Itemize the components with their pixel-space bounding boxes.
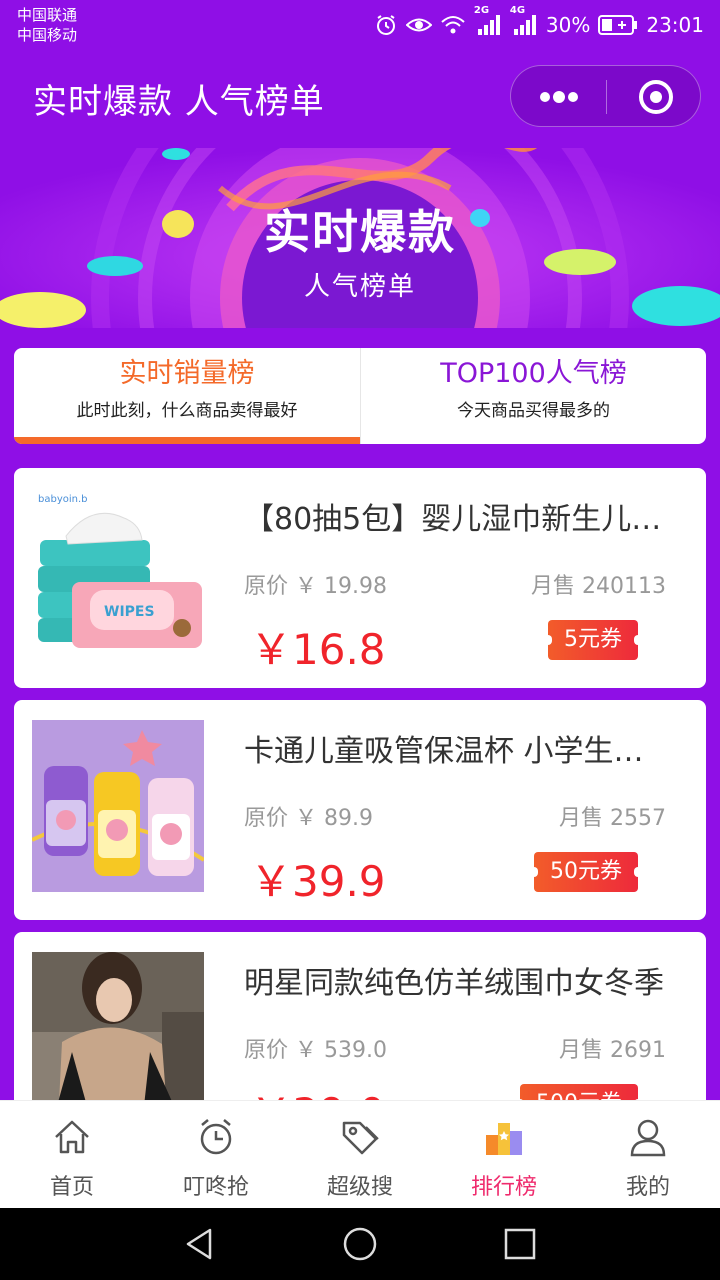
status-icons: 2G 4G 30% 23:01 <box>374 5 704 40</box>
recent-apps-icon[interactable] <box>502 1226 538 1262</box>
coupon-badge[interactable]: 500元券 <box>516 1084 642 1100</box>
current-price: ￥39.9 <box>250 857 386 906</box>
more-icon[interactable] <box>539 88 579 106</box>
alarm-clock-icon <box>200 1119 232 1155</box>
product-card[interactable]: babyoin.b WIPES 【80抽5包】婴儿湿巾新生儿手口专用 原价 ￥ … <box>14 468 706 688</box>
network-type-1: 2G <box>473 5 490 16</box>
product-title[interactable]: 【80抽5包】婴儿湿巾新生儿手口专用 <box>244 494 664 538</box>
carrier-info: 中国联通 中国移动 <box>17 5 77 45</box>
user-icon <box>630 1119 666 1157</box>
tab-title: 实时销量榜 <box>119 358 255 389</box>
tab-label: 排行榜 <box>470 1175 537 1200</box>
eye-icon <box>405 18 432 32</box>
original-price: 原价 ￥ 539.0 <box>244 1038 387 1063</box>
close-target-icon[interactable] <box>638 79 674 115</box>
title-bar: 实时爆款 人气榜单 <box>0 50 720 146</box>
clock: 23:01 <box>646 13 704 37</box>
product-image: babyoin.b WIPES <box>32 488 204 660</box>
battery-icon <box>598 15 638 35</box>
signal-icon-2 <box>513 15 536 35</box>
svg-text:WIPES: WIPES <box>104 604 155 620</box>
original-price: 原价 ￥ 19.98 <box>244 574 387 599</box>
svg-text:babyoin.b: babyoin.b <box>38 494 88 505</box>
product-image <box>32 952 204 1100</box>
hero-banner: 实时爆款 人气榜单 <box>0 148 720 328</box>
carrier-2: 中国移动 <box>17 26 78 44</box>
active-tab-indicator <box>14 437 360 444</box>
scarf-image <box>32 952 204 1100</box>
back-icon[interactable] <box>182 1226 218 1262</box>
tab-profile[interactable]: 我的 <box>576 1101 720 1209</box>
tab-label: 超级搜 <box>326 1175 393 1200</box>
product-card[interactable]: 明星同款纯色仿羊绒围巾女冬季 原价 ￥ 539.0 月售 2691 ￥39.0 … <box>14 932 706 1100</box>
tab-realtime-sales[interactable]: 实时销量榜 此时此刻，什么商品卖得最好 <box>14 348 360 444</box>
network-type-2: 4G <box>509 5 526 16</box>
tab-desc: 此时此刻，什么商品卖得最好 <box>76 401 298 421</box>
current-price: ￥39.0 <box>250 1080 386 1100</box>
ranking-tabs: 实时销量榜 此时此刻，什么商品卖得最好 TOP100人气榜 今天商品买得最多的 <box>14 348 706 444</box>
banner-title: 实时爆款 <box>264 205 456 259</box>
battery-percent: 30% <box>545 13 591 37</box>
tab-top100[interactable]: TOP100人气榜 今天商品买得最多的 <box>360 348 706 444</box>
system-nav-bar <box>0 1208 720 1280</box>
tab-label: 我的 <box>625 1175 670 1200</box>
product-card[interactable]: 卡通儿童吸管保温杯 小学生水杯 原价 ￥ 89.9 月售 2557 ￥39.9 … <box>14 700 706 920</box>
status-bar: 中国联通 中国移动 2G 4G 30% 23:01 <box>0 0 720 50</box>
signal-icon <box>477 15 500 35</box>
miniprogram-capsule <box>510 65 701 127</box>
wifi-icon <box>441 16 465 34</box>
page-title: 实时爆款 人气榜单 <box>33 82 325 122</box>
tab-super-search[interactable]: 超级搜 <box>288 1101 432 1209</box>
banner-subtitle: 人气榜单 <box>303 272 416 302</box>
tag-icon <box>342 1121 379 1155</box>
product-title[interactable]: 明星同款纯色仿羊绒围巾女冬季 <box>244 958 664 1002</box>
tab-home[interactable]: 首页 <box>0 1101 144 1209</box>
tab-desc: 今天商品买得最多的 <box>457 401 610 421</box>
capsule-divider <box>606 80 607 114</box>
coupon-badge[interactable]: 5元券 <box>544 620 642 660</box>
monthly-sales: 月售 2557 <box>559 806 666 831</box>
current-price: ￥16.8 <box>250 625 386 674</box>
home-icon <box>55 1120 89 1154</box>
product-title[interactable]: 卡通儿童吸管保温杯 小学生水杯 <box>244 726 664 770</box>
alarm-icon <box>376 15 395 35</box>
product-list: babyoin.b WIPES 【80抽5包】婴儿湿巾新生儿手口专用 原价 ￥ … <box>14 468 706 1100</box>
tab-flash-sale[interactable]: 叮咚抢 <box>144 1101 288 1209</box>
monthly-sales: 月售 240113 <box>531 574 666 599</box>
tab-label: 叮咚抢 <box>182 1175 249 1200</box>
bottom-tab-bar: 首页 叮咚抢 超级搜 排行榜 我的 <box>0 1100 720 1208</box>
coupon-badge[interactable]: 50元券 <box>530 852 642 892</box>
product-image <box>32 720 204 892</box>
cups-image <box>32 720 204 892</box>
tab-title: TOP100人气榜 <box>440 358 627 389</box>
carrier-1: 中国联通 <box>17 6 78 24</box>
home-circle-icon[interactable] <box>342 1226 378 1262</box>
tab-label: 首页 <box>49 1175 94 1200</box>
tab-ranking[interactable]: 排行榜 <box>432 1101 576 1209</box>
original-price: 原价 ￥ 89.9 <box>244 806 373 831</box>
wipes-image: babyoin.b WIPES <box>32 488 204 660</box>
ranking-icon <box>486 1123 522 1155</box>
monthly-sales: 月售 2691 <box>559 1038 666 1063</box>
